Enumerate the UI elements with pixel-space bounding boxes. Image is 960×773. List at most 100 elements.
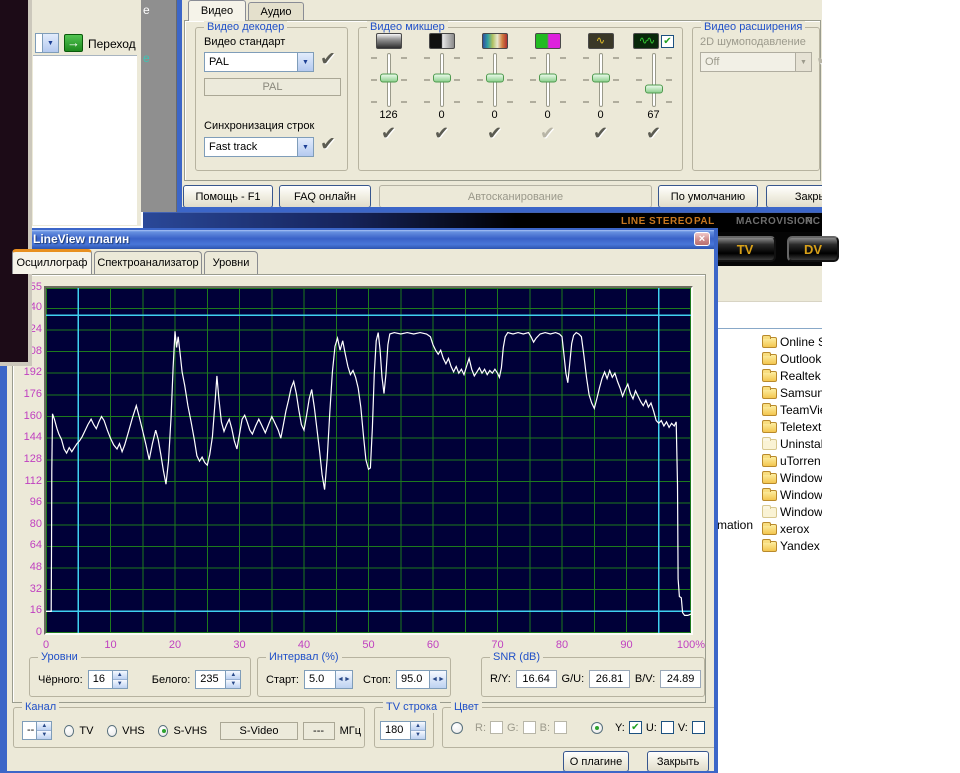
- dv-button[interactable]: DV: [787, 236, 839, 262]
- r-checkbox[interactable]: [490, 721, 503, 734]
- folder-item[interactable]: Outlook: [718, 351, 822, 367]
- tv-radio[interactable]: [64, 725, 74, 737]
- slider-thumb[interactable]: [380, 73, 398, 82]
- yuv-radio[interactable]: [591, 722, 603, 734]
- mixer-slider[interactable]: [472, 51, 518, 109]
- status-text: PAL: [694, 216, 715, 227]
- go-button[interactable]: →: [64, 34, 83, 52]
- svhs-radio[interactable]: [158, 725, 168, 737]
- close-button[interactable]: Закрыть: [766, 185, 822, 208]
- folder-item[interactable]: Uninstal: [718, 436, 822, 452]
- folder-item[interactable]: xerox: [718, 521, 822, 537]
- mixer-slider[interactable]: [366, 51, 412, 109]
- tab-levels[interactable]: Уровни: [204, 251, 258, 274]
- tab-video[interactable]: Видео: [188, 0, 246, 21]
- partial-text: е: [143, 3, 150, 17]
- folder-icon: [762, 422, 777, 433]
- defaults-button[interactable]: По умолчанию: [658, 185, 758, 208]
- chevron-down-icon[interactable]: ▼: [297, 53, 313, 71]
- folder-item[interactable]: Online S: [718, 334, 822, 350]
- y-checkbox[interactable]: ✔: [629, 721, 642, 734]
- spin-up-icon[interactable]: ▲: [113, 671, 127, 680]
- vhs-radio[interactable]: [107, 725, 117, 737]
- spin-down-icon[interactable]: ▼: [113, 680, 127, 688]
- g-checkbox[interactable]: [523, 721, 536, 734]
- mixer-slider[interactable]: [631, 51, 677, 109]
- tv-button[interactable]: TV: [714, 236, 776, 262]
- folder-item[interactable]: Samsun: [718, 385, 822, 401]
- slider-track[interactable]: [652, 53, 656, 107]
- chart-plot: [46, 288, 691, 633]
- group-label: Уровни: [38, 651, 81, 663]
- rgb-radio[interactable]: [451, 722, 463, 734]
- group-label: Интервал (%): [266, 651, 342, 663]
- slider-thumb[interactable]: [592, 73, 610, 82]
- arrow-right-icon: →: [67, 35, 80, 50]
- spin-up-icon[interactable]: ▲: [411, 722, 425, 731]
- slider-value: 0: [597, 109, 603, 123]
- tab-oscillograph[interactable]: Осциллограф: [12, 249, 92, 274]
- spin-down-icon[interactable]: ▼: [411, 731, 425, 739]
- left-right-arrows-icon[interactable]: ◄►: [335, 671, 352, 688]
- chevron-down-icon[interactable]: ▼: [42, 34, 58, 52]
- close-button[interactable]: ×: [694, 232, 710, 246]
- noise-reduction-label: 2D шумоподавление: [700, 36, 806, 48]
- folder-item[interactable]: Window: [718, 487, 822, 503]
- left-combo[interactable]: ▼: [35, 33, 59, 53]
- channel-spinner[interactable]: -- ▲▼: [22, 721, 52, 740]
- y-axis-tick: 192: [14, 366, 42, 380]
- mixer-slider[interactable]: [525, 51, 571, 109]
- slider-thumb[interactable]: [433, 73, 451, 82]
- folder-item[interactable]: uTorren: [718, 453, 822, 469]
- video-standard-combo[interactable]: PAL ▼: [204, 52, 314, 72]
- mixer-slider[interactable]: [419, 51, 465, 109]
- folder-name: Realtek: [780, 369, 821, 383]
- b-checkbox[interactable]: [554, 721, 567, 734]
- y-axis-tick: 48: [14, 561, 42, 575]
- mixer-slider[interactable]: [578, 51, 624, 109]
- tab-audio[interactable]: Аудио: [248, 2, 304, 21]
- slider-thumb[interactable]: [486, 73, 504, 82]
- u-checkbox[interactable]: [661, 721, 674, 734]
- folder-item[interactable]: Window: [718, 504, 822, 520]
- folder-item[interactable]: Window: [718, 470, 822, 486]
- sync-combo[interactable]: Fast track ▼: [204, 137, 314, 157]
- spin-down-icon[interactable]: ▼: [37, 731, 51, 739]
- tab-spectrum-analyzer[interactable]: Спектроанализатор: [94, 251, 202, 274]
- faq-button[interactable]: FAQ онлайн: [279, 185, 371, 208]
- x-axis-tick: 60: [415, 639, 451, 653]
- slider-thumb[interactable]: [539, 73, 557, 82]
- start-spinner[interactable]: 5.0 ◄►: [304, 670, 353, 689]
- folder-name: xerox: [780, 522, 809, 536]
- left-right-arrows-icon[interactable]: ◄►: [429, 671, 446, 688]
- folder-item[interactable]: Yandex: [718, 538, 822, 554]
- apply-check-icon: ✔: [540, 123, 555, 145]
- spin-down-icon[interactable]: ▼: [226, 680, 240, 688]
- stop-spinner[interactable]: 95.0 ◄►: [396, 670, 447, 689]
- spin-up-icon[interactable]: ▲: [226, 671, 240, 680]
- y-axis-tick: 32: [14, 583, 42, 597]
- x-axis-tick: 80: [544, 639, 580, 653]
- folder-item[interactable]: Realtek: [718, 368, 822, 384]
- svideo-field: S-Video: [220, 722, 297, 740]
- spin-up-icon[interactable]: ▲: [37, 722, 51, 731]
- tv-line-spinner[interactable]: 180 ▲▼: [380, 721, 426, 740]
- close-plugin-button[interactable]: Закрыть: [647, 751, 709, 772]
- folder-item[interactable]: Teletext: [718, 419, 822, 435]
- help-button[interactable]: Помощь - F1: [183, 185, 273, 208]
- y-axis-tick: 144: [14, 431, 42, 445]
- group-label: TV строка: [383, 701, 440, 713]
- black-level-spinner[interactable]: 16 ▲▼: [88, 670, 128, 689]
- folder-icon: [762, 507, 777, 518]
- slider-thumb[interactable]: [645, 85, 663, 94]
- title-bar[interactable]: LineView плагин ×: [7, 230, 714, 249]
- apply-check-icon: ✔: [381, 123, 396, 145]
- spinner-value: --: [23, 722, 36, 739]
- v-checkbox[interactable]: [692, 721, 705, 734]
- mixer-enable-checkbox[interactable]: ✔: [661, 35, 674, 48]
- chevron-down-icon[interactable]: ▼: [297, 138, 313, 156]
- folder-item[interactable]: TeamVie: [718, 402, 822, 418]
- about-plugin-button[interactable]: О плагине: [563, 751, 629, 772]
- group-label: Канал: [22, 701, 59, 713]
- white-level-spinner[interactable]: 235 ▲▼: [195, 670, 241, 689]
